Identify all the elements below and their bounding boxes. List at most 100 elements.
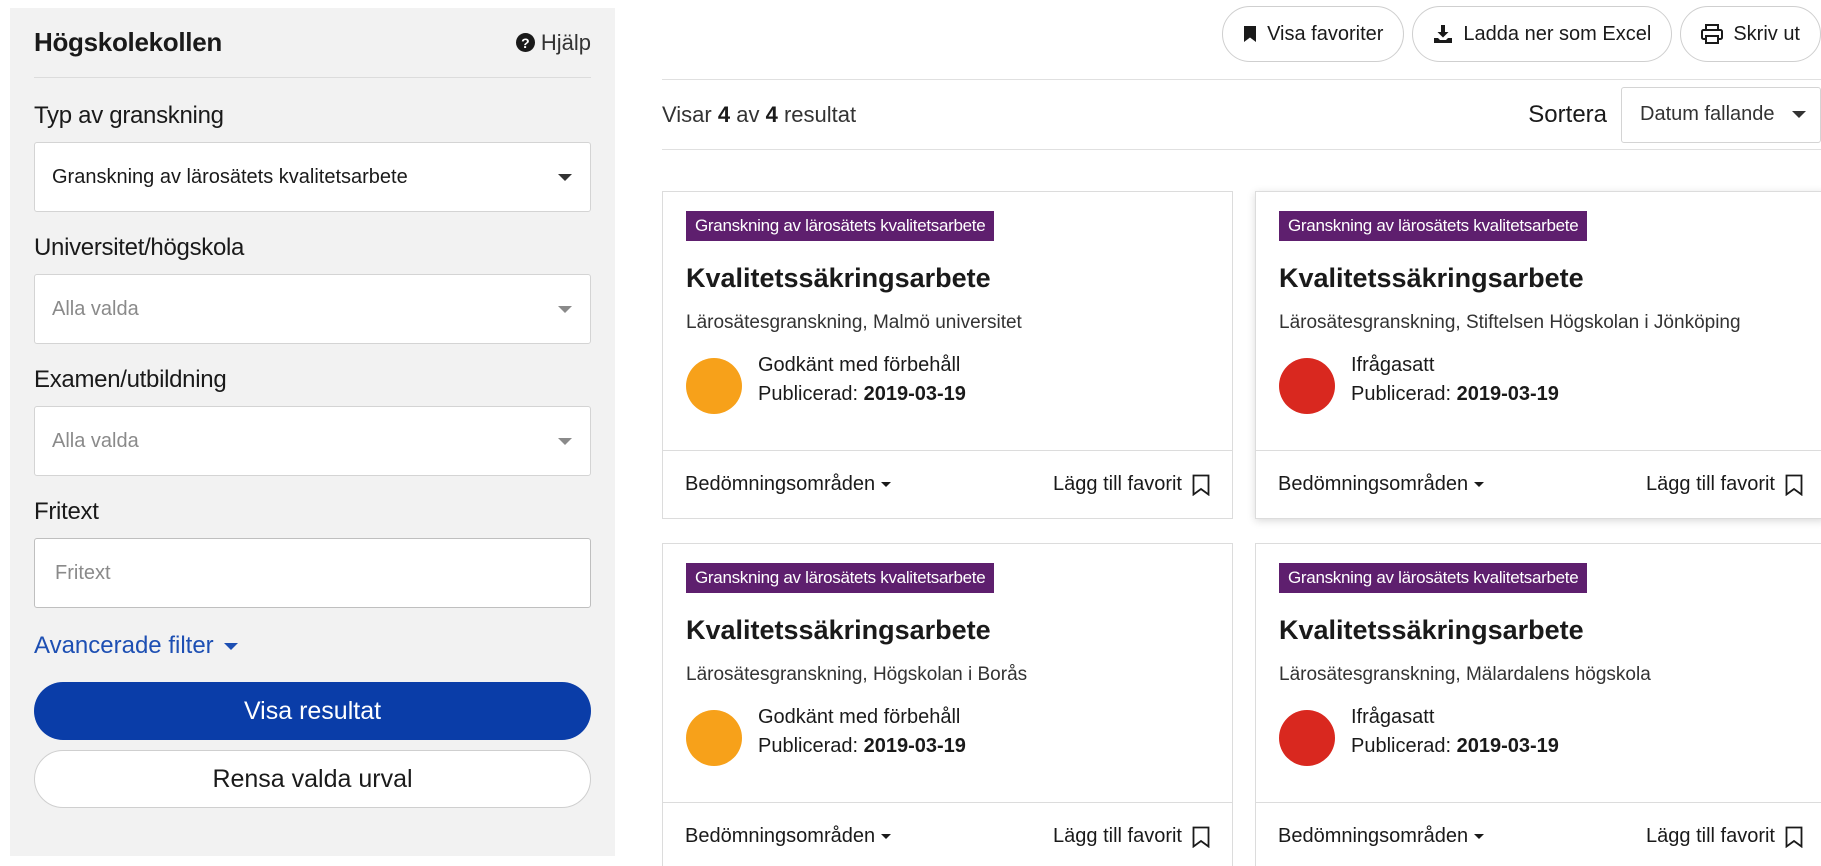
assessment-areas-label: Bedömningsområden: [685, 825, 876, 847]
sort-control: Sortera Datum fallande: [1528, 86, 1821, 143]
add-favorite-label: Lägg till favorit: [1646, 473, 1775, 495]
help-link[interactable]: ? Hjälp: [515, 29, 591, 56]
card-footer: Bedömningsområden Lägg till favorit: [663, 451, 1232, 518]
results-suffix: resultat: [783, 101, 857, 127]
help-label: Hjälp: [540, 29, 591, 55]
advanced-filter-toggle[interactable]: Avancerade filter: [34, 632, 591, 660]
add-favorite-button[interactable]: Lägg till favorit: [1646, 473, 1803, 496]
add-favorite-button[interactable]: Lägg till favorit: [1053, 825, 1210, 848]
filter-sidebar: Högskolekollen ? Hjälp Typ av granskning…: [10, 8, 615, 856]
show-favorites-button[interactable]: Visa favoriter: [1222, 6, 1405, 62]
bookmark-icon: [1244, 26, 1257, 42]
published-label: Publicerad:: [1351, 383, 1452, 405]
sidebar-header: Högskolekollen ? Hjälp: [34, 8, 591, 78]
published-value: 2019-03-19: [1456, 383, 1559, 405]
filter-label-review-type: Typ av granskning: [34, 102, 224, 129]
published-date: Publicerad: 2019-03-19: [758, 735, 966, 758]
result-bar: Visar 4 av 4 resultat Sortera Datum fall…: [662, 80, 1821, 150]
status-dot: [686, 358, 742, 414]
filter-label-university: Universitet/högskola: [34, 234, 245, 261]
status-row: Ifrågasatt Publicerad: 2019-03-19: [1279, 352, 1802, 414]
status-dot: [1279, 358, 1335, 414]
bookmark-outline-icon: [1192, 826, 1210, 848]
status-text: Godkänt med förbehåll: [758, 354, 961, 376]
add-favorite-button[interactable]: Lägg till favorit: [1646, 825, 1803, 848]
assessment-areas-label: Bedömningsområden: [685, 473, 876, 495]
card-body: Granskning av lärosätets kvalitetsarbete…: [1256, 544, 1821, 803]
status-row: Ifrågasatt Publicerad: 2019-03-19: [1279, 704, 1802, 766]
published-value: 2019-03-19: [863, 735, 966, 757]
show-favorites-label: Visa favoriter: [1267, 22, 1384, 45]
assessment-areas-toggle[interactable]: Bedömningsområden: [1278, 473, 1485, 496]
assessment-areas-toggle[interactable]: Bedömningsområden: [685, 825, 892, 848]
card-title[interactable]: Kvalitetssäkringsarbete: [686, 615, 1209, 646]
assessment-areas-label: Bedömningsområden: [1278, 825, 1469, 847]
card-title[interactable]: Kvalitetssäkringsarbete: [686, 263, 1209, 294]
fritext-input[interactable]: [34, 538, 591, 608]
published-label: Publicerad:: [758, 735, 859, 757]
chevron-down-icon: [558, 437, 572, 445]
download-excel-label: Ladda ner som Excel: [1463, 22, 1652, 45]
status-dot: [686, 710, 742, 766]
card-footer: Bedömningsområden Lägg till favorit: [1256, 803, 1821, 866]
published-date: Publicerad: 2019-03-19: [758, 383, 966, 406]
result-card: Granskning av lärosätets kvalitetsarbete…: [1255, 543, 1821, 866]
sort-value: Datum fallande: [1640, 103, 1775, 125]
card-title[interactable]: Kvalitetssäkringsarbete: [1279, 615, 1802, 646]
advanced-filter-label: Avancerade filter: [34, 632, 214, 659]
review-type-value: Granskning av lärosätets kvalitetsarbete: [52, 165, 408, 188]
review-type-tag: Granskning av lärosätets kvalitetsarbete: [1279, 211, 1588, 241]
card-title[interactable]: Kvalitetssäkringsarbete: [1279, 263, 1802, 294]
question-circle-icon: ?: [515, 33, 535, 52]
university-value: Alla valda: [52, 297, 139, 320]
bookmark-outline-icon: [1785, 474, 1803, 496]
add-favorite-label: Lägg till favorit: [1053, 825, 1182, 847]
published-value: 2019-03-19: [863, 383, 966, 405]
sidebar-title: Högskolekollen: [34, 27, 222, 57]
card-subtitle: Lärosätesgranskning, Mälardalens högskol…: [1279, 664, 1651, 685]
status-text: Ifrågasatt: [1351, 706, 1435, 728]
chevron-down-icon: [558, 173, 572, 181]
chevron-down-icon: [1792, 111, 1806, 118]
chevron-down-icon: [881, 482, 892, 487]
show-results-button[interactable]: Visa resultat: [34, 682, 591, 740]
result-card: Granskning av lärosätets kvalitetsarbete…: [662, 191, 1233, 519]
results-shown: 4: [717, 101, 731, 127]
exam-select[interactable]: Alla valda: [34, 406, 591, 476]
printer-icon: [1701, 24, 1724, 44]
clear-selection-button[interactable]: Rensa valda urval: [34, 750, 591, 808]
card-footer: Bedömningsområden Lägg till favorit: [1256, 451, 1821, 518]
status-dot: [1279, 710, 1335, 766]
bookmark-outline-icon: [1192, 474, 1210, 496]
published-label: Publicerad:: [758, 383, 859, 405]
sort-select[interactable]: Datum fallande: [1621, 86, 1821, 143]
card-footer: Bedömningsområden Lägg till favorit: [663, 803, 1232, 866]
university-select[interactable]: Alla valda: [34, 274, 591, 344]
filter-label-exam: Examen/utbildning: [34, 366, 227, 393]
sort-label: Sortera: [1528, 100, 1607, 128]
chevron-down-icon: [1474, 482, 1485, 487]
published-date: Publicerad: 2019-03-19: [1351, 735, 1559, 758]
review-type-tag: Granskning av lärosätets kvalitetsarbete: [686, 211, 995, 241]
status-text: Ifrågasatt: [1351, 354, 1435, 376]
results-total: 4: [765, 101, 778, 127]
bookmark-outline-icon: [1785, 826, 1803, 848]
result-card: Granskning av lärosätets kvalitetsarbete…: [662, 543, 1233, 866]
chevron-down-icon: [558, 305, 572, 313]
status-text: Godkänt med förbehåll: [758, 706, 961, 728]
assessment-areas-toggle[interactable]: Bedömningsområden: [685, 473, 892, 496]
results-count: Visar 4 av 4 resultat: [662, 102, 856, 128]
card-body: Granskning av lärosätets kvalitetsarbete…: [663, 192, 1232, 451]
print-button[interactable]: Skriv ut: [1680, 6, 1821, 62]
download-excel-button[interactable]: Ladda ner som Excel: [1412, 6, 1673, 62]
card-body: Granskning av lärosätets kvalitetsarbete…: [1256, 192, 1821, 451]
card-subtitle: Lärosätesgranskning, Högskolan i Borås: [686, 664, 1028, 685]
status-row: Godkänt med förbehåll Publicerad: 2019-0…: [686, 352, 1209, 414]
published-date: Publicerad: 2019-03-19: [1351, 383, 1559, 406]
review-type-select[interactable]: Granskning av lärosätets kvalitetsarbete: [34, 142, 591, 212]
results-prefix: Visar: [662, 101, 712, 127]
results-toolbar: Visa favoriter Ladda ner som Excel Skriv…: [1222, 6, 1821, 62]
assessment-areas-toggle[interactable]: Bedömningsområden: [1278, 825, 1485, 848]
add-favorite-button[interactable]: Lägg till favorit: [1053, 473, 1210, 496]
status-row: Godkänt med förbehåll Publicerad: 2019-0…: [686, 704, 1209, 766]
